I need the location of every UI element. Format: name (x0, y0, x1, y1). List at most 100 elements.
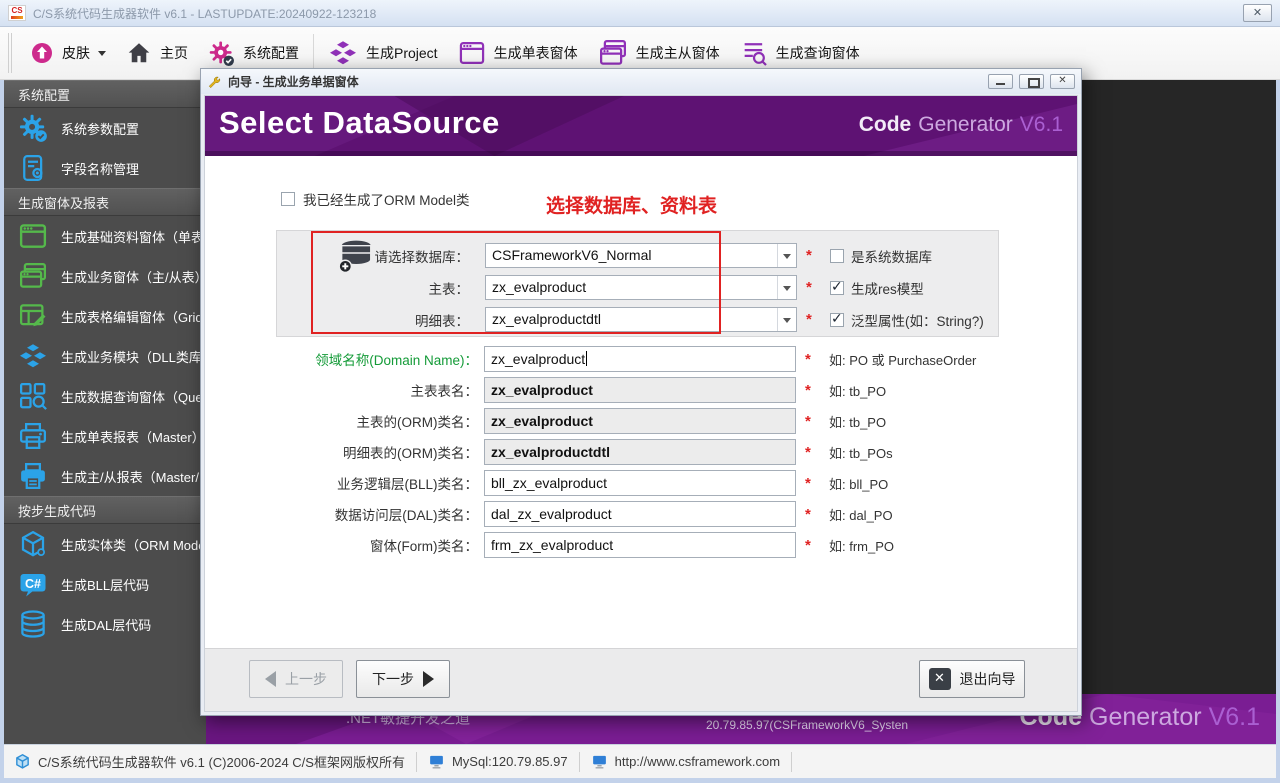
res-model-option[interactable]: 生成res模型 (830, 278, 924, 298)
dialog-minimize-button[interactable] (988, 74, 1013, 89)
prev-step-button[interactable]: 上一步 (249, 660, 343, 698)
system-db-checkbox[interactable] (830, 249, 844, 263)
sidebar-group-step-codegen[interactable]: 按步生成代码 (4, 496, 206, 524)
toolbar-item-generate-master-detail-form[interactable]: 生成主从窗体 (588, 33, 730, 73)
required-mark: * (805, 351, 815, 368)
required-mark: * (806, 279, 816, 296)
status-copyright: C/S系统代码生成器软件 v6.1 (C)2006-2024 C/S框架网版权所… (14, 752, 405, 771)
form-row-detail-orm-class: 明细表的(ORM)类名： zx_evalproductdtl * 如: tb_P… (205, 439, 1077, 465)
next-step-button[interactable]: 下一步 (356, 660, 450, 698)
dialog-maximize-button[interactable] (1019, 74, 1044, 89)
system-db-option[interactable]: 是系统数据库 (830, 246, 932, 266)
sidebar-group-system-config[interactable]: 系统配置 (4, 80, 206, 108)
grid-edit-icon (18, 301, 48, 331)
datasource-panel: 请选择数据库： CSFrameworkV6_Normal * 是系统数据库 主表… (276, 230, 999, 337)
toolbar-item-generate-project[interactable]: 生成Project (318, 33, 448, 73)
toolbar-item-label: 生成主从窗体 (636, 43, 720, 63)
chevron-down-icon (777, 276, 796, 299)
sidebar-item-data-query-form[interactable]: 生成数据查询窗体（Query (4, 376, 206, 416)
cube-icon (18, 529, 48, 559)
toolbar-item-home[interactable]: 主页 (116, 35, 198, 71)
required-mark: * (805, 382, 815, 399)
master-table-name-input[interactable]: zx_evalproduct (484, 377, 796, 403)
detail-table-select[interactable]: zx_evalproductdtl (485, 307, 797, 332)
app-logo-icon: CS (8, 5, 26, 21)
sidebar-item-system-params[interactable]: 系统参数配置 (4, 108, 206, 148)
sidebar-item-label: 系统参数配置 (61, 119, 139, 138)
annotation-text: 选择数据库、资料表 (546, 191, 717, 218)
dialog-body: Select DataSource CodeGeneratorV6.1 我已经生… (204, 95, 1078, 712)
field-label: 请选择数据库： (277, 246, 485, 266)
required-mark: * (805, 475, 815, 492)
status-website: http://www.csframework.com (591, 753, 780, 770)
res-model-checkbox[interactable] (830, 281, 844, 295)
form-row-dal-class: 数据访问层(DAL)类名： dal_zx_evalproduct * 如: da… (205, 501, 1077, 527)
toolbar-item-label: 系统配置 (243, 43, 299, 63)
orm-model-checkbox[interactable] (281, 192, 295, 206)
detail-orm-class-input[interactable]: zx_evalproductdtl (484, 439, 796, 465)
sidebar-item-master-detail-report[interactable]: 生成主/从报表（Master/De (4, 456, 206, 496)
form-rows: 领域名称(Domain Name)： zx_evalproduct * 如: P… (205, 346, 1077, 563)
bll-class-input[interactable]: bll_zx_evalproduct (484, 470, 796, 496)
main-close-button[interactable] (1243, 4, 1272, 22)
sidebar-item-label: 生成单表报表（Master） (61, 427, 205, 446)
sidebar-group-generate-forms[interactable]: 生成窗体及报表 (4, 188, 206, 216)
toolbar-item-skin[interactable]: 皮肤 (20, 36, 116, 70)
arrow-left-icon (265, 671, 276, 687)
monitor-icon (428, 753, 445, 770)
toolbar-grip[interactable] (8, 33, 12, 73)
sidebar-item-label: 生成业务模块（DLL类库） (61, 347, 206, 366)
orm-model-checkbox-row[interactable]: 我已经生成了ORM Model类 (281, 189, 470, 209)
datasource-row-database: 请选择数据库： CSFrameworkV6_Normal * 是系统数据库 (277, 243, 998, 268)
database-select[interactable]: CSFrameworkV6_Normal (485, 243, 797, 268)
toolbar-item-generate-query-form[interactable]: 生成查询窗体 (730, 34, 870, 72)
sidebar-item-label: 生成实体类（ORM Model) (61, 535, 206, 554)
dal-class-input[interactable]: dal_zx_evalproduct (484, 501, 796, 527)
required-mark: * (805, 506, 815, 523)
sidebar-item-label: 生成DAL层代码 (61, 615, 151, 634)
datasource-row-master-table: 主表： zx_evalproduct * 生成res模型 (277, 275, 998, 300)
toolbar-item-generate-single-form[interactable]: 生成单表窗体 (448, 34, 588, 72)
sidebar-item-grid-edit-form[interactable]: 生成表格编辑窗体（Grid E (4, 296, 206, 336)
master-orm-class-input[interactable]: zx_evalproduct (484, 408, 796, 434)
field-label: 明细表： (277, 310, 485, 330)
status-separator (416, 752, 417, 772)
dialog-footer: 上一步 下一步 退出向导 (205, 648, 1077, 711)
main-titlebar[interactable]: CS C/S系统代码生成器软件 v6.1 - LASTUPDATE:202409… (0, 0, 1280, 27)
banner-server-info: 20.79.85.97(CSFrameworkV6_Systen (706, 718, 908, 732)
domain-name-input[interactable]: zx_evalproduct (484, 346, 796, 372)
svg-text:C#: C# (25, 577, 41, 591)
nullable-option[interactable]: 泛型属性(如：String?) (830, 310, 984, 330)
skin-icon (30, 41, 54, 65)
nullable-checkbox[interactable] (830, 313, 844, 327)
datasource-rows: 请选择数据库： CSFrameworkV6_Normal * 是系统数据库 主表… (277, 243, 998, 332)
dialog-close-button[interactable] (1050, 74, 1075, 89)
text-cursor (586, 351, 587, 366)
sidebar-item-business-form[interactable]: 生成业务窗体（主/从表） (4, 256, 206, 296)
form-class-input[interactable]: frm_zx_evalproduct (484, 532, 796, 558)
toolbar-item-label: 皮肤 (62, 43, 90, 63)
dialog-titlebar[interactable]: 向导 - 生成业务单据窗体 (201, 69, 1081, 94)
sidebar-item-generate-orm[interactable]: 生成实体类（ORM Model) (4, 524, 206, 564)
sidebar-item-generate-dal[interactable]: 生成DAL层代码 (4, 604, 206, 644)
window-icon (458, 39, 486, 67)
sidebar-item-generate-bll[interactable]: C# 生成BLL层代码 (4, 564, 206, 604)
dialog-title: 向导 - 生成业务单据窗体 (228, 73, 982, 90)
sidebar-item-basic-data-form[interactable]: 生成基础资料窗体（单表） (4, 216, 206, 256)
required-mark: * (806, 247, 816, 264)
form-row-domain-name: 领域名称(Domain Name)： zx_evalproduct * 如: P… (205, 346, 1077, 372)
master-table-select[interactable]: zx_evalproduct (485, 275, 797, 300)
wrench-icon (207, 74, 222, 89)
sidebar-item-field-names[interactable]: 字段名称管理 (4, 148, 206, 188)
csharp-icon: C# (18, 569, 48, 599)
sidebar-item-single-report[interactable]: 生成单表报表（Master） (4, 416, 206, 456)
printer-icon (18, 461, 48, 491)
sidebar-item-business-module[interactable]: 生成业务模块（DLL类库） (4, 336, 206, 376)
monitor-icon (591, 753, 608, 770)
toolbar-item-label: 主页 (160, 43, 188, 63)
exit-wizard-button[interactable]: 退出向导 (919, 660, 1025, 698)
window-icon (18, 221, 48, 251)
form-row-form-class: 窗体(Form)类名： frm_zx_evalproduct * 如: frm_… (205, 532, 1077, 558)
sidebar-item-label: 生成数据查询窗体（Query (61, 387, 206, 406)
toolbar-item-system-config[interactable]: 系统配置 (198, 35, 309, 72)
